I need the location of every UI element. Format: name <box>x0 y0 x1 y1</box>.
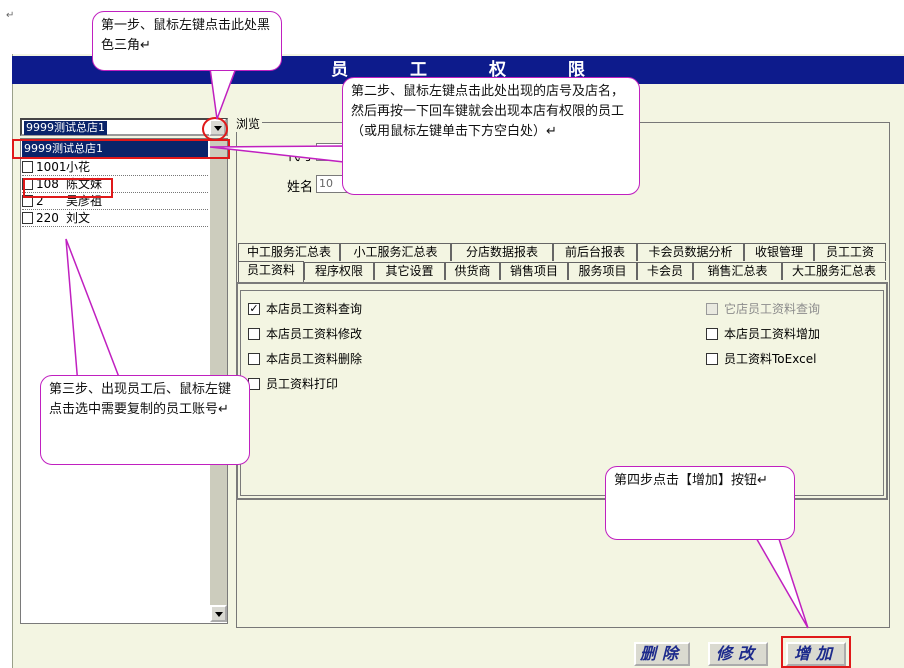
callout-step4: 第四步点击【增加】按钮↵ <box>605 466 795 540</box>
callout-step2: 第二步、鼠标左键点击此处出现的店号及店名，然后再按一下回车键就会出现本店有权限的… <box>342 77 640 195</box>
callout-step3: 第三步、出现员工后、鼠标左键点击选中需要复制的员工账号↵ <box>40 375 250 465</box>
callout-step1: 第一步、鼠标左键点击此处黑色三角↵ <box>92 11 282 71</box>
tab-row2[interactable]: 员工资料 <box>238 261 304 282</box>
